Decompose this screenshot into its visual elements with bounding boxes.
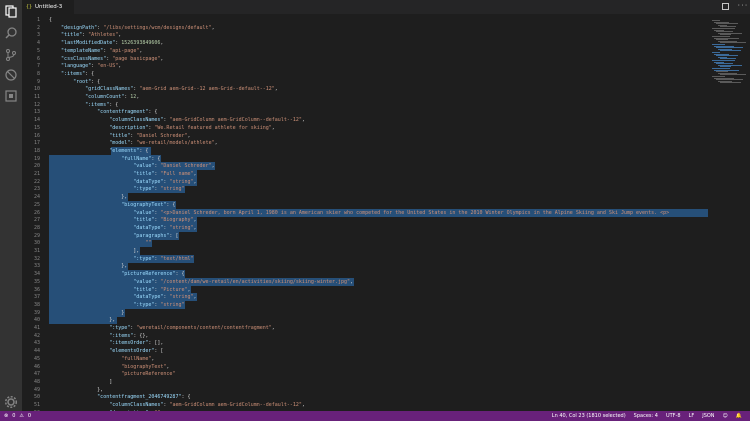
tab-bar: {} Untitled-3 ···	[22, 0, 750, 14]
more-actions-icon[interactable]: ···	[737, 3, 748, 10]
tab-untitled-3[interactable]: {} Untitled-3	[22, 0, 74, 14]
status-right: Ln 40, Col 23 (1810 selected) Spaces: 4 …	[552, 413, 742, 419]
notifications-icon[interactable]: 🔔	[736, 413, 742, 419]
extensions-icon[interactable]	[4, 89, 18, 103]
tab-label: Untitled-3	[35, 4, 63, 10]
minimap-line	[720, 50, 741, 52]
settings-gear-icon[interactable]	[4, 395, 18, 409]
status-problems[interactable]: ⊗ 0 ⚠ 0	[4, 413, 31, 419]
error-count: 0	[12, 413, 16, 419]
editor-actions: ···	[722, 3, 748, 10]
activity-bar	[0, 0, 22, 411]
source-control-icon[interactable]	[4, 48, 18, 62]
cursor-position[interactable]: Ln 40, Col 23 (1810 selected)	[552, 413, 626, 419]
error-icon: ⊗	[4, 413, 9, 419]
line-ending[interactable]: LF	[689, 413, 695, 419]
search-icon[interactable]	[4, 26, 18, 40]
json-file-icon: {}	[26, 4, 33, 10]
feedback-icon[interactable]: ☺	[723, 413, 728, 419]
warning-icon: ⚠	[19, 413, 24, 419]
debug-icon[interactable]	[4, 68, 18, 82]
split-editor-icon[interactable]	[722, 3, 729, 10]
explorer-icon[interactable]	[4, 4, 18, 18]
encoding[interactable]: UTF-8	[666, 413, 681, 419]
code-editor[interactable]: 1{2 "designPath": "/libs/settings/wcm/de…	[22, 14, 708, 411]
indentation[interactable]: Spaces: 4	[634, 413, 658, 419]
status-bar: ⊗ 0 ⚠ 0 Ln 40, Col 23 (1810 selected) Sp…	[0, 411, 750, 421]
minimap[interactable]	[708, 14, 750, 411]
language-mode[interactable]: JSON	[702, 413, 714, 419]
minimap-line	[720, 82, 741, 84]
warning-count: 0	[27, 413, 32, 419]
